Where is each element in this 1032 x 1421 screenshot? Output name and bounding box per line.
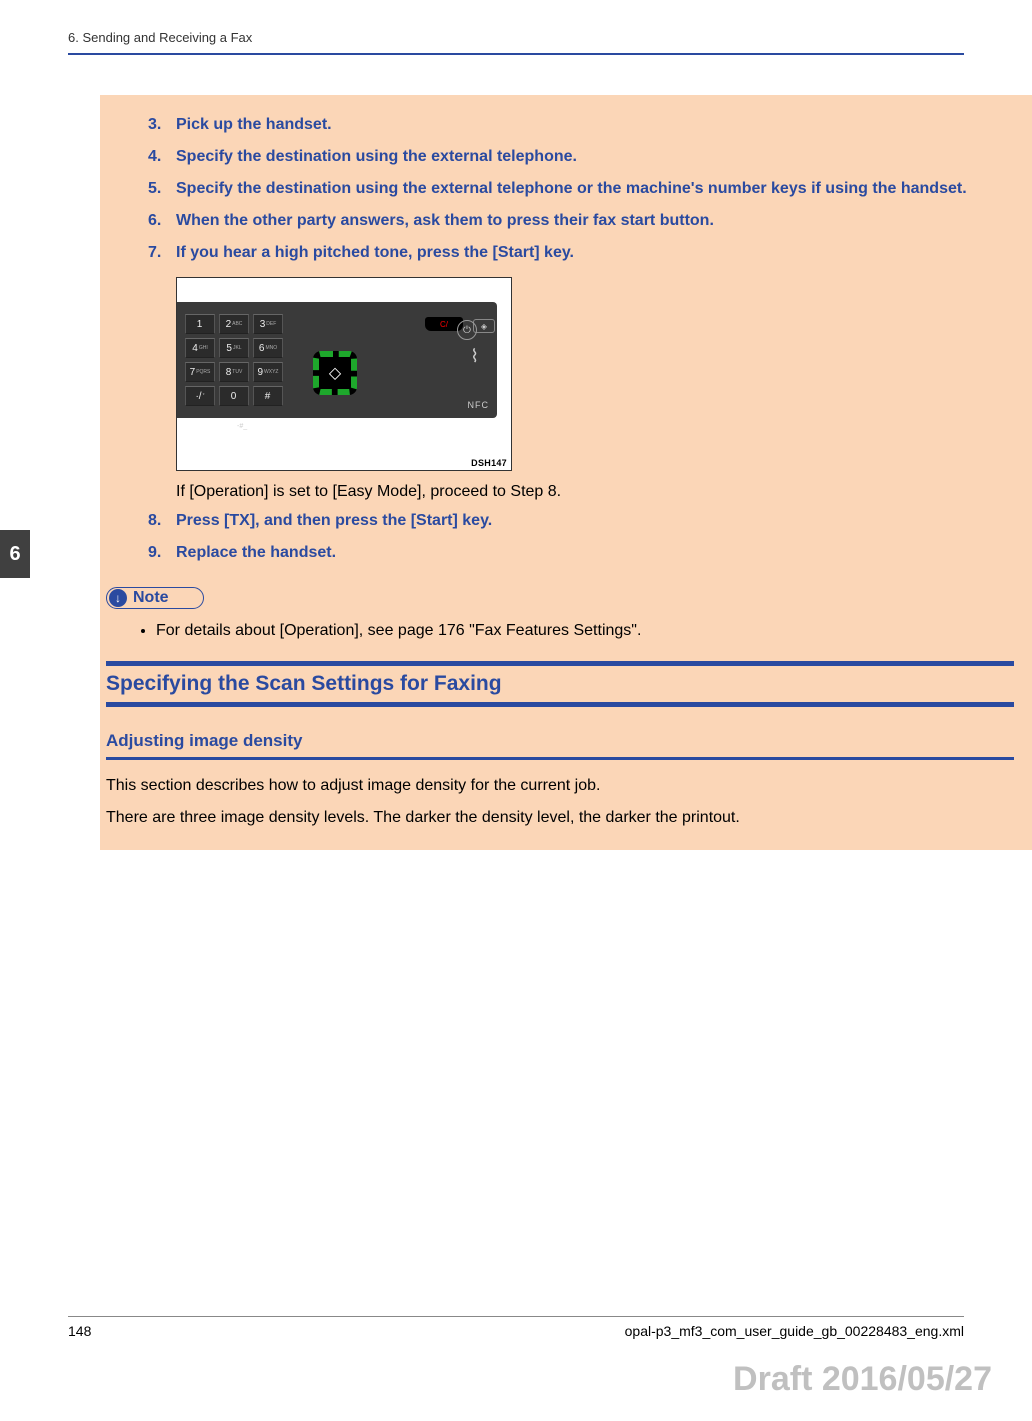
source-filename: opal-p3_mf3_com_user_guide_gb_00228483_e…	[625, 1323, 964, 1339]
step-text: Replace the handset.	[176, 541, 1014, 565]
power-icon: ⏻	[457, 320, 477, 340]
step-number: 3.	[148, 113, 176, 137]
step-text: Specify the destination using the extern…	[176, 177, 1014, 201]
figure-container: 1 2ABC 3DEF 4GHI 5JKL 6MNO 7PQRS 8TUV 9W…	[100, 277, 1014, 471]
key-1: 1	[185, 314, 215, 334]
chapter-header: 6. Sending and Receiving a Fax	[68, 30, 964, 55]
nfc-icon: ⌇	[470, 346, 479, 367]
page: 6. Sending and Receiving a Fax 6 3. Pick…	[0, 0, 1032, 1421]
step-text: Pick up the handset.	[176, 113, 1014, 137]
down-arrow-icon: ↓	[109, 589, 127, 607]
step-number: 7.	[148, 241, 176, 265]
page-number: 148	[68, 1323, 91, 1339]
note-list: For details about [Operation], see page …	[100, 619, 1014, 643]
figure-id-label: DSH147	[177, 458, 511, 470]
key-0: 0	[219, 386, 249, 406]
step-item: 3. Pick up the handset.	[148, 113, 1014, 137]
step-sub-text: If [Operation] is set to [Easy Mode], pr…	[176, 483, 1014, 501]
step-text: Press [TX], and then press the [Start] k…	[176, 509, 1014, 533]
keypad-legend: -#_	[237, 423, 247, 430]
nfc-label: NFC	[468, 400, 490, 410]
key-5: 5JKL	[219, 338, 249, 358]
key-2: 2ABC	[219, 314, 249, 334]
key-hash: #	[253, 386, 283, 406]
start-key-highlight-icon: ◇	[313, 351, 357, 395]
key-6: 6MNO	[253, 338, 283, 358]
keypad: 1 2ABC 3DEF 4GHI 5JKL 6MNO 7PQRS 8TUV 9W…	[185, 314, 283, 406]
note-callout: ↓ Note	[106, 587, 204, 609]
instruction-list: 3. Pick up the handset. 4. Specify the d…	[100, 113, 1014, 265]
key-8: 8TUV	[219, 362, 249, 382]
step-number: 8.	[148, 509, 176, 533]
step-number: 4.	[148, 145, 176, 169]
step-number: 9.	[148, 541, 176, 565]
step-item: 5. Specify the destination using the ext…	[148, 177, 1014, 201]
step-item: 9. Replace the handset.	[148, 541, 1014, 565]
key-7: 7PQRS	[185, 362, 215, 382]
figure-box: 1 2ABC 3DEF 4GHI 5JKL 6MNO 7PQRS 8TUV 9W…	[176, 277, 512, 471]
key-star: ·/*	[185, 386, 215, 406]
step-item: 4. Specify the destination using the ext…	[148, 145, 1014, 169]
step-text: Specify the destination using the extern…	[176, 145, 1014, 169]
key-9: 9WXYZ	[253, 362, 283, 382]
page-footer: 148 opal-p3_mf3_com_user_guide_gb_002284…	[68, 1316, 964, 1339]
subsection-heading: Adjusting image density	[106, 731, 1014, 760]
draft-watermark: Draft 2016/05/27	[733, 1360, 992, 1399]
thumb-index-tab: 6	[0, 530, 30, 578]
step-number: 6.	[148, 209, 176, 233]
body-paragraph: There are three image density levels. Th…	[106, 806, 1014, 830]
key-3: 3DEF	[253, 314, 283, 334]
step-item: 7. If you hear a high pitched tone, pres…	[148, 241, 1014, 265]
step-text: When the other party answers, ask them t…	[176, 209, 1014, 233]
content-block: 3. Pick up the handset. 4. Specify the d…	[100, 95, 1032, 850]
instruction-list: 8. Press [TX], and then press the [Start…	[100, 509, 1014, 565]
body-paragraph: This section describes how to adjust ima…	[106, 774, 1014, 798]
key-4: 4GHI	[185, 338, 215, 358]
step-text: If you hear a high pitched tone, press t…	[176, 241, 1014, 265]
device-panel-illustration: 1 2ABC 3DEF 4GHI 5JKL 6MNO 7PQRS 8TUV 9W…	[177, 302, 497, 418]
note-label: Note	[133, 589, 169, 607]
step-item: 6. When the other party answers, ask the…	[148, 209, 1014, 233]
note-item: For details about [Operation], see page …	[156, 619, 1014, 643]
section-heading: Specifying the Scan Settings for Faxing	[106, 661, 1014, 707]
step-item: 8. Press [TX], and then press the [Start…	[148, 509, 1014, 533]
step-number: 5.	[148, 177, 176, 201]
